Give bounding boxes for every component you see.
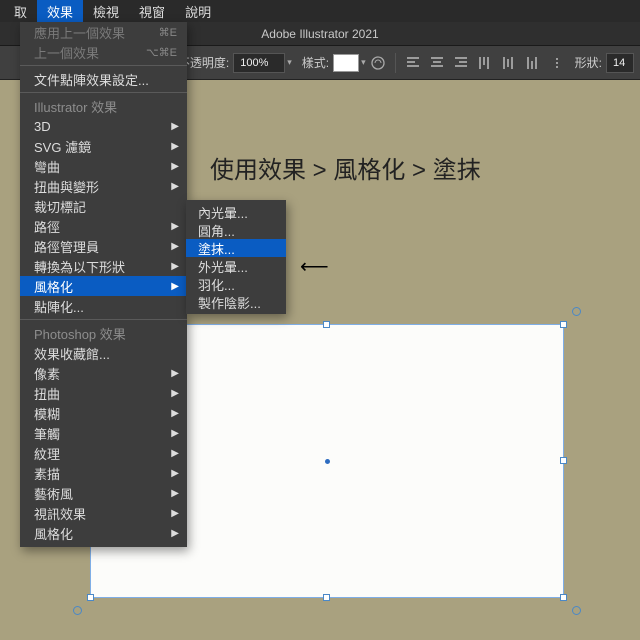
menu-item-effect[interactable]: 效果 — [37, 0, 83, 22]
menu-separator — [20, 92, 187, 93]
chevron-down-icon[interactable]: ▾ — [361, 57, 366, 68]
submenu-round-corners[interactable]: 圓角... — [186, 221, 286, 239]
menu-sketch[interactable]: 素描▶ — [20, 463, 187, 483]
menu-header-illustrator: Illustrator 效果 — [20, 96, 187, 116]
instruction-label: 使用效果 > 風格化 > 塗抹 — [210, 150, 481, 185]
menu-svg-filters[interactable]: SVG 濾鏡▶ — [20, 136, 187, 156]
resize-handle-br[interactable] — [560, 594, 567, 601]
rotate-handle-bl[interactable] — [73, 606, 82, 615]
align-vcenter-icon[interactable] — [498, 52, 520, 74]
menu-item-view[interactable]: 檢視 — [83, 0, 129, 22]
align-top-icon[interactable] — [474, 52, 496, 74]
shape-field[interactable]: 14 — [606, 53, 634, 73]
rotate-handle-br[interactable] — [572, 606, 581, 615]
align-left-icon[interactable] — [402, 52, 424, 74]
submenu-outer-glow[interactable]: 外光暈... — [186, 257, 286, 275]
pointer-arrow-icon: ⟵ — [300, 254, 327, 279]
menu-item-window[interactable]: 視窗 — [129, 0, 175, 22]
menu-distort[interactable]: 扭曲▶ — [20, 383, 187, 403]
menu-effect-gallery[interactable]: 效果收藏館... — [20, 343, 187, 363]
menu-brush-strokes[interactable]: 筆觸▶ — [20, 423, 187, 443]
menu-path[interactable]: 路徑▶ — [20, 216, 187, 236]
style-label: 樣式: — [302, 54, 329, 71]
app-title: Adobe Illustrator 2021 — [261, 27, 378, 41]
menu-pathfinder[interactable]: 路徑管理員▶ — [20, 236, 187, 256]
menu-distort-transform[interactable]: 扭曲與變形▶ — [20, 176, 187, 196]
menu-header-photoshop: Photoshop 效果 — [20, 323, 187, 343]
menu-rasterize[interactable]: 點陣化... — [20, 296, 187, 316]
toolbar-divider — [395, 53, 396, 73]
submenu-inner-glow[interactable]: 內光暈... — [186, 203, 286, 221]
chevron-down-icon[interactable]: ▾ — [287, 57, 292, 68]
align-bottom-icon[interactable] — [522, 52, 544, 74]
resize-handle-bl[interactable] — [87, 594, 94, 601]
resize-handle-tr[interactable] — [560, 321, 567, 328]
resize-handle-tm[interactable] — [323, 321, 330, 328]
menu-pixelate[interactable]: 像素▶ — [20, 363, 187, 383]
menu-blur[interactable]: 模糊▶ — [20, 403, 187, 423]
resize-handle-mr[interactable] — [560, 457, 567, 464]
menu-artistic[interactable]: 藝術風▶ — [20, 483, 187, 503]
menu-raster-settings[interactable]: 文件點陣效果設定... — [20, 69, 187, 89]
align-hcenter-icon[interactable] — [426, 52, 448, 74]
opacity-field[interactable]: 100% — [233, 53, 285, 73]
align-right-icon[interactable] — [450, 52, 472, 74]
menu-item-take[interactable]: 取 — [4, 0, 37, 22]
submenu-drop-shadow[interactable]: 製作陰影... — [186, 293, 286, 311]
menu-ps-stylize[interactable]: 風格化▶ — [20, 523, 187, 543]
effects-menu: 應用上一個效果 ⌘E 上一個效果 ⌥⌘E 文件點陣效果設定... Illustr… — [20, 22, 187, 547]
submenu-feather[interactable]: 羽化... — [186, 275, 286, 293]
style-swatch[interactable] — [333, 54, 359, 72]
system-menubar: 取 效果 檢視 視窗 說明 — [0, 0, 640, 22]
center-anchor-icon — [325, 459, 330, 464]
menu-apply-last-effect: 應用上一個效果 ⌘E — [20, 22, 187, 42]
menu-video[interactable]: 視訊效果▶ — [20, 503, 187, 523]
menu-convert-shape[interactable]: 轉換為以下形狀▶ — [20, 256, 187, 276]
menu-item-help[interactable]: 說明 — [175, 0, 221, 22]
recolor-icon[interactable] — [367, 52, 389, 74]
menu-texture[interactable]: 紋理▶ — [20, 443, 187, 463]
more-options-icon[interactable] — [546, 52, 568, 74]
menu-separator — [20, 319, 187, 320]
stylize-submenu: 內光暈... 圓角... 塗抹... 外光暈... 羽化... 製作陰影... — [186, 200, 286, 314]
menu-separator — [20, 65, 187, 66]
menu-3d[interactable]: 3D▶ — [20, 116, 187, 136]
menu-stylize[interactable]: 風格化▶ — [20, 276, 187, 296]
menu-warp[interactable]: 彎曲▶ — [20, 156, 187, 176]
resize-handle-bm[interactable] — [323, 594, 330, 601]
shape-label: 形狀: — [575, 54, 602, 71]
submenu-scribble[interactable]: 塗抹... — [186, 239, 286, 257]
menu-previous-effect: 上一個效果 ⌥⌘E — [20, 42, 187, 62]
rotate-handle-tr[interactable] — [572, 307, 581, 316]
menu-crop-marks[interactable]: 裁切標記 — [20, 196, 187, 216]
